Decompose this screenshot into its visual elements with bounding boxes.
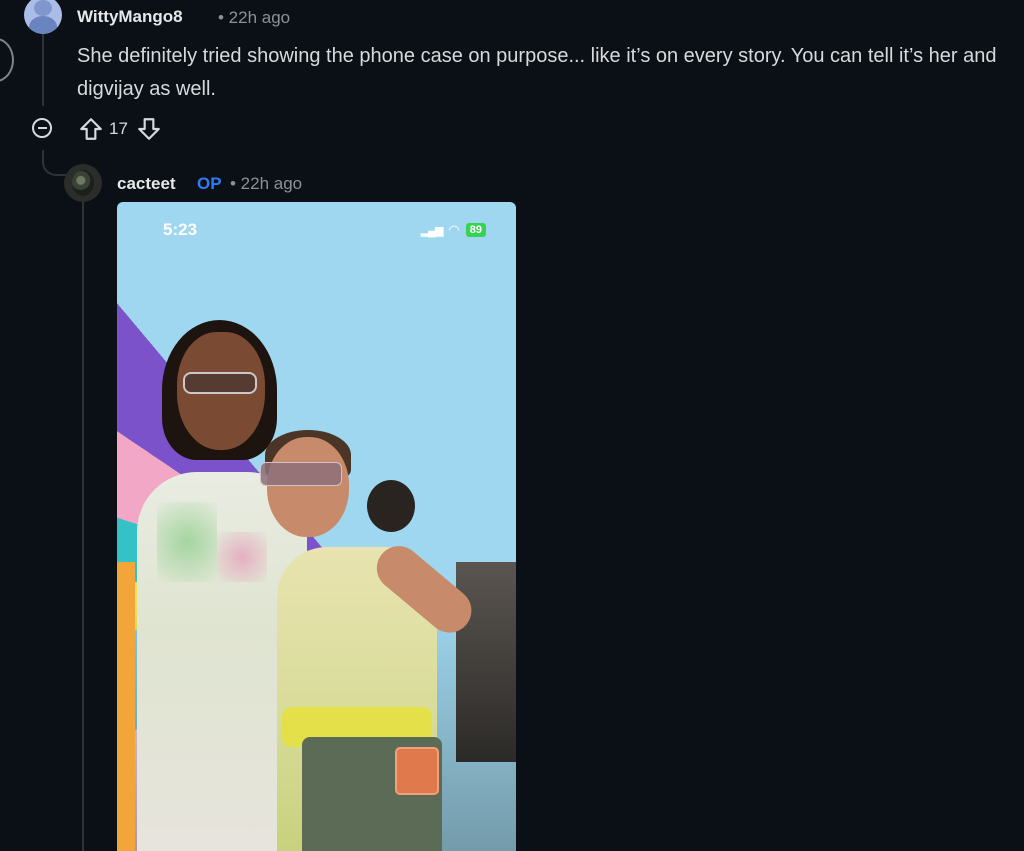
phone-case xyxy=(395,747,439,795)
signal-icon: ▂▄▆ xyxy=(420,224,444,237)
reply-thread-line[interactable] xyxy=(82,202,84,851)
op-badge: OP xyxy=(197,174,222,193)
avatar[interactable] xyxy=(24,0,62,34)
thread-connector xyxy=(42,150,66,176)
thread-line[interactable] xyxy=(42,34,44,106)
vote-count: 17 xyxy=(109,119,128,138)
comment-body: She definitely tried showing the phone c… xyxy=(77,45,997,100)
woman-face xyxy=(267,437,349,537)
comment-username[interactable]: WittyMango8 xyxy=(77,7,183,27)
background-crowd xyxy=(456,562,516,762)
battery-icon: 89 xyxy=(465,223,486,237)
comment-timestamp[interactable]: • 22h ago xyxy=(218,8,290,28)
man-sunglasses xyxy=(183,372,257,394)
status-time: 5:23 xyxy=(163,220,198,239)
arrow-up-icon[interactable] xyxy=(78,116,104,142)
parent-collapse-ring[interactable] xyxy=(0,38,14,82)
collapse-icon[interactable] xyxy=(32,118,52,138)
wifi-icon: ◠ xyxy=(448,222,460,237)
avatar[interactable] xyxy=(64,164,102,202)
arrow-down-icon[interactable] xyxy=(136,116,162,142)
reply-image[interactable]: 5:23 ▂▄▆ ◠ 89 xyxy=(117,202,516,851)
background-person xyxy=(367,480,415,532)
color-stain xyxy=(217,532,267,582)
background-person xyxy=(117,562,135,851)
reply-timestamp[interactable]: • 22h ago xyxy=(230,174,302,194)
comment-thread: WittyMango8 • 22h ago She definitely tri… xyxy=(0,0,1024,851)
color-stain xyxy=(157,502,217,582)
woman-sunglasses xyxy=(260,462,342,486)
status-icons: ▂▄▆ ◠ 89 xyxy=(421,222,486,238)
reply-username[interactable]: cacteet xyxy=(117,174,176,194)
